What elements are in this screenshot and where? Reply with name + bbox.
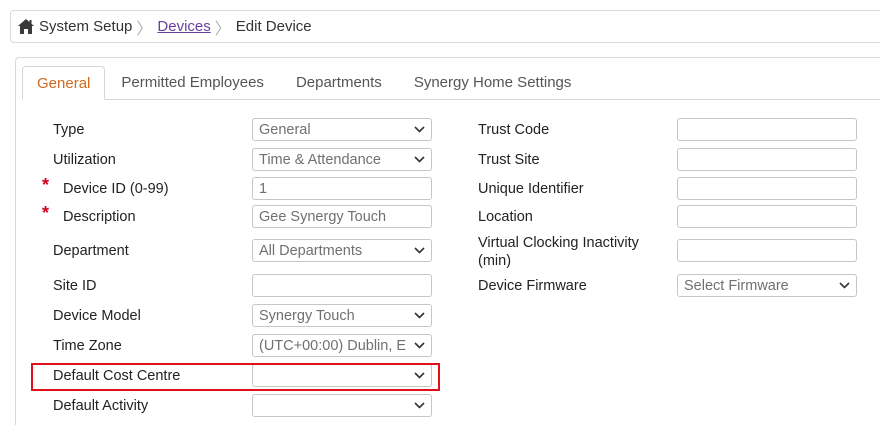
trust-code-field[interactable]	[677, 118, 857, 141]
type-select[interactable]: General	[252, 118, 432, 141]
trust-site-field[interactable]	[677, 148, 857, 171]
unique-identifier-label: Unique Identifier	[478, 181, 584, 197]
device-id-label: Device ID (0-99)	[63, 181, 169, 197]
chevron-down-icon	[838, 280, 850, 292]
description-label: Description	[63, 209, 136, 225]
device-model-select[interactable]: Synergy Touch	[252, 304, 432, 327]
virtual-clocking-inactivity-field[interactable]	[677, 239, 857, 262]
breadcrumb-separator-icon: 〉	[136, 20, 153, 38]
device-firmware-select[interactable]: Select Firmware	[677, 274, 857, 297]
tab-permitted-employees[interactable]: Permitted Employees	[105, 65, 280, 99]
breadcrumb-system-setup[interactable]: System Setup	[39, 18, 132, 35]
device-id-field[interactable]: 1	[252, 177, 432, 200]
highlight-box	[31, 363, 440, 391]
unique-identifier-field[interactable]	[677, 177, 857, 200]
trust-site-label: Trust Site	[478, 152, 540, 168]
virtual-clocking-inactivity-label: Virtual Clocking Inactivity (min)	[478, 235, 639, 269]
tab-synergy-home-settings[interactable]: Synergy Home Settings	[398, 65, 588, 99]
breadcrumb-separator-icon: 〉	[214, 20, 231, 38]
site-id-field[interactable]	[252, 274, 432, 297]
department-select[interactable]: All Departments	[252, 239, 432, 262]
type-label: Type	[53, 122, 85, 138]
location-field[interactable]	[677, 205, 857, 228]
tab-general[interactable]: General	[22, 66, 106, 100]
breadcrumb-current: Edit Device	[235, 18, 312, 35]
time-zone-select[interactable]: (UTC+00:00) Dublin, E	[252, 334, 432, 357]
chevron-down-icon	[413, 400, 425, 412]
time-zone-label: Time Zone	[53, 338, 122, 354]
tab-bar: General Permitted Employees Departments …	[22, 66, 880, 100]
chevron-down-icon	[413, 245, 425, 257]
utilization-label: Utilization	[53, 152, 116, 168]
device-model-label: Device Model	[53, 308, 141, 324]
default-activity-label: Default Activity	[53, 398, 149, 414]
chevron-down-icon	[413, 310, 425, 322]
default-activity-select[interactable]	[252, 394, 432, 417]
chevron-down-icon	[413, 340, 425, 352]
description-field[interactable]: Gee Synergy Touch	[252, 205, 432, 228]
site-id-label: Site ID	[53, 278, 97, 294]
utilization-select[interactable]: Time & Attendance	[252, 148, 432, 171]
device-firmware-label: Device Firmware	[478, 278, 587, 294]
chevron-down-icon	[413, 124, 425, 136]
required-asterisk: *	[42, 175, 50, 195]
tab-departments[interactable]: Departments	[280, 65, 398, 99]
department-label: Department	[53, 243, 129, 259]
home-icon[interactable]	[17, 18, 35, 36]
breadcrumb: System Setup 〉 Devices 〉 Edit Device	[10, 10, 880, 43]
location-label: Location	[478, 209, 533, 225]
breadcrumb-devices-link[interactable]: Devices	[157, 18, 210, 35]
required-asterisk: *	[42, 203, 50, 223]
trust-code-label: Trust Code	[478, 122, 550, 138]
chevron-down-icon	[413, 154, 425, 166]
